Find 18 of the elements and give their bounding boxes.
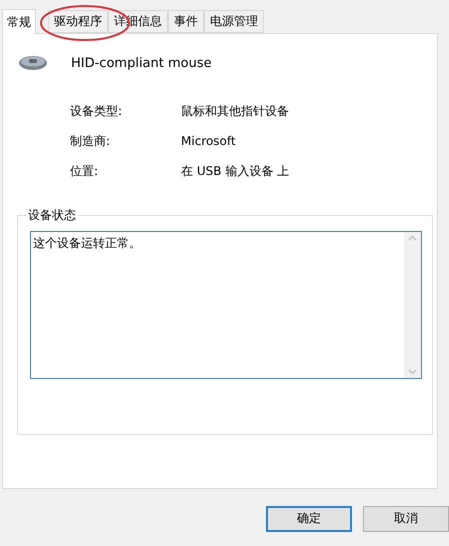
property-value: 在 USB 输入设备 上 <box>181 163 290 180</box>
property-value: 鼠标和其他指针设备 <box>181 103 290 120</box>
group-title: 设备状态 <box>26 207 78 224</box>
device-name: HID-compliant mouse <box>71 56 212 70</box>
status-text-area[interactable]: 这个设备运转正常。 <box>30 231 422 379</box>
scrollbar[interactable] <box>404 232 421 378</box>
tab[interactable]: 事件 <box>168 10 204 33</box>
status-text: 这个设备运转正常。 <box>32 235 142 252</box>
property-label: 位置: <box>70 163 100 180</box>
property-value: Microsoft <box>181 133 237 150</box>
property-label: 制造商: <box>70 133 112 150</box>
tab[interactable]: 驱动程序 <box>48 10 108 33</box>
tab[interactable]: 电源管理 <box>204 10 264 33</box>
tab[interactable]: 常规 <box>2 9 36 34</box>
dialog-button[interactable]: 取消 <box>363 506 449 532</box>
property-label: 设备类型: <box>70 103 124 120</box>
dialog-button[interactable]: 确定 <box>266 506 352 532</box>
mouse-icon <box>17 54 49 72</box>
